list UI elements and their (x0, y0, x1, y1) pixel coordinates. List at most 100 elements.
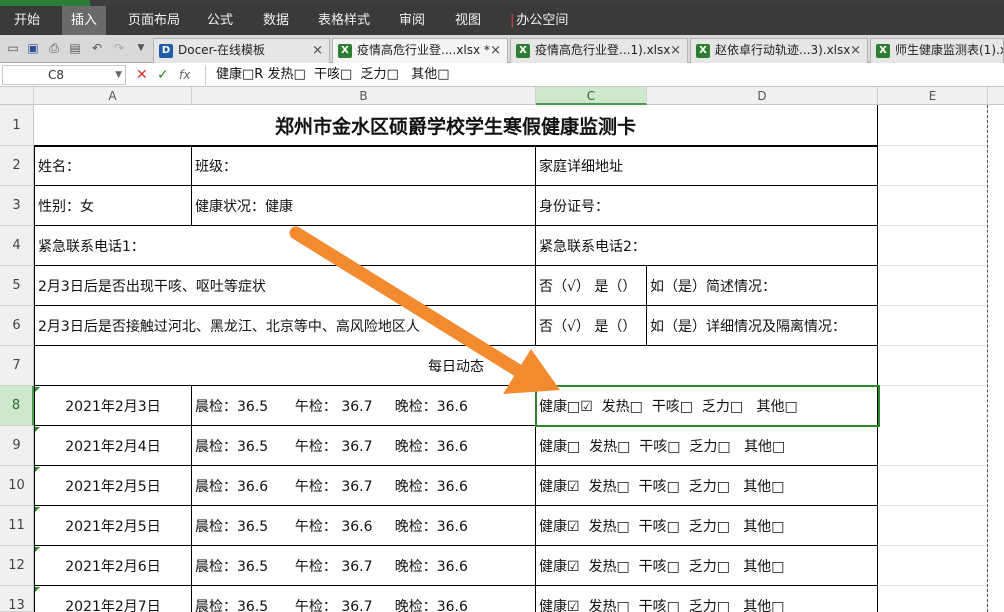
cell-date[interactable]: 2021年2月5日 (34, 506, 192, 546)
cell-contact-answer[interactable]: 否（√） 是（） (536, 306, 647, 346)
menu-table-style[interactable]: 表格样式 (316, 6, 372, 35)
cell-date[interactable]: 2021年2月3日 (34, 386, 192, 426)
cell-phone2[interactable]: 紧急联系电话2： (536, 226, 878, 266)
redo-icon[interactable]: ↷ (112, 41, 126, 55)
cell-name[interactable]: 姓名： (34, 146, 192, 186)
menu-office-space[interactable]: | 办公空间 (508, 6, 570, 35)
column-header-e[interactable]: E (878, 87, 988, 105)
close-icon[interactable]: × (670, 39, 681, 62)
cell-symptom-detail[interactable]: 如（是）简述情况： (647, 266, 878, 306)
row-header-10[interactable]: 10 (0, 466, 34, 506)
cell-temperatures[interactable]: 晨检：36.5 午检： 36.7 晚检：36.6 (192, 426, 536, 466)
close-icon[interactable]: × (312, 39, 323, 62)
column-header-d[interactable]: D (647, 87, 878, 105)
cell-temperatures[interactable]: 晨检：36.5 午检： 36.7 晚检：36.6 (192, 546, 536, 586)
cell-e3[interactable] (878, 186, 988, 226)
cell-e7[interactable] (878, 346, 988, 386)
undo-icon[interactable]: ↶ (90, 41, 104, 55)
save-icon[interactable]: ▣ (26, 41, 40, 55)
menu-page-layout[interactable]: 页面布局 (126, 6, 182, 35)
row-header-8[interactable]: 8 (0, 386, 34, 426)
column-header-b[interactable]: B (192, 87, 536, 105)
cell-date[interactable]: 2021年2月6日 (34, 546, 192, 586)
sheet-title[interactable]: 郑州市金水区硕爵学校学生寒假健康监测卡 (34, 105, 878, 146)
row-header-4[interactable]: 4 (0, 226, 34, 266)
cell-e6[interactable] (878, 306, 988, 346)
row-header-7[interactable]: 7 (0, 346, 34, 386)
tab-file-4[interactable]: X 师生健康监测表(1).x (870, 38, 1004, 63)
cell-e1[interactable] (878, 105, 988, 146)
cell-e5[interactable] (878, 266, 988, 306)
cell-health-status[interactable]: 健康☑ 发热□ 干咳□ 乏力□ 其他□ (536, 546, 878, 586)
cell-health-status[interactable]: 健康□ 发热□ 干咳□ 乏力□ 其他□ (536, 426, 878, 466)
cell-daily-header[interactable]: 每日动态 (34, 346, 878, 386)
row-header-11[interactable]: 11 (0, 506, 34, 546)
cell-temperatures[interactable]: 晨检：36.6 午检： 36.7 晚检：36.6 (192, 466, 536, 506)
row-header-2[interactable]: 2 (0, 146, 34, 186)
menu-bar: 开始 插入 页面布局 公式 数据 表格样式 审阅 视图 | 办公空间 (0, 6, 1004, 35)
menu-insert[interactable]: 插入 (62, 6, 106, 35)
row-header-12[interactable]: 12 (0, 546, 34, 586)
chevron-down-icon[interactable]: ▼ (115, 66, 122, 84)
cell-health-status[interactable]: 健康状况：健康 (192, 186, 536, 226)
cell-phone1[interactable]: 紧急联系电话1： (34, 226, 536, 266)
cancel-icon[interactable]: ✕ (136, 66, 148, 84)
cell-date[interactable]: 2021年2月5日 (34, 466, 192, 506)
cell-e10[interactable] (878, 466, 988, 506)
cell-symptom-answer[interactable]: 否（√） 是（） (536, 266, 647, 306)
menu-view[interactable]: 视图 (453, 6, 483, 35)
cell-contact-detail[interactable]: 如（是）详细情况及隔离情况： (647, 306, 878, 346)
close-icon[interactable]: × (850, 39, 861, 62)
menu-data[interactable]: 数据 (261, 6, 291, 35)
cell-e4[interactable] (878, 226, 988, 266)
cell-class[interactable]: 班级： (192, 146, 536, 186)
cell-temperatures[interactable]: 晨检：36.5 午检： 36.6 晚检：36.6 (192, 506, 536, 546)
cell-e9[interactable] (878, 426, 988, 466)
cell-temperatures[interactable]: 晨检：36.5 午检： 36.7 晚检：36.6 (192, 586, 536, 612)
menu-home[interactable]: 开始 (12, 6, 42, 35)
row-header-3[interactable]: 3 (0, 186, 34, 226)
cell-gender[interactable]: 性别：女 (34, 186, 192, 226)
print-icon[interactable]: ⎙ (47, 41, 61, 55)
cell-e11[interactable] (878, 506, 988, 546)
cell-e2[interactable] (878, 146, 988, 186)
quick-access-dropdown-icon[interactable]: ▼ (134, 41, 148, 55)
column-header-c[interactable]: C (536, 87, 647, 105)
row-header-6[interactable]: 6 (0, 306, 34, 346)
cell-symptom-question[interactable]: 2月3日后是否出现干咳、呕吐等症状 (34, 266, 536, 306)
row-header-13[interactable]: 13 (0, 586, 34, 612)
office-space-icon: | (510, 13, 515, 28)
cell-temperatures[interactable]: 晨检：36.5 午检： 36.7 晚检：36.6 (192, 386, 536, 426)
tab-file-2[interactable]: X 疫情高危行业登...1).xlsx × (510, 38, 688, 63)
menu-review[interactable]: 审阅 (397, 6, 427, 35)
cell-e12[interactable] (878, 546, 988, 586)
formula-input[interactable]: 健康□R 发热□ 干咳□ 乏力□ 其他□ (205, 65, 1002, 85)
cell-id-number[interactable]: 身份证号： (536, 186, 878, 226)
row-header-5[interactable]: 5 (0, 266, 34, 306)
cell-e13[interactable] (878, 586, 988, 612)
confirm-icon[interactable]: ✓ (157, 66, 169, 84)
row-header-1[interactable]: 1 (0, 105, 34, 146)
close-icon[interactable]: × (490, 39, 501, 62)
cell-contact-question[interactable]: 2月3日后是否接触过河北、黑龙江、北京等中、高风险地区人 (34, 306, 536, 346)
tab-docer[interactable]: D Docer-在线模板 × (153, 38, 330, 63)
print-preview-icon[interactable]: ▤ (68, 41, 82, 55)
cell-date[interactable]: 2021年2月4日 (34, 426, 192, 466)
tab-file-3[interactable]: X 赵依卓行动轨迹...3).xlsx × (690, 38, 868, 63)
function-icon[interactable]: fx (179, 66, 190, 84)
folder-icon[interactable]: ▭ (6, 41, 20, 55)
tab-file-1[interactable]: X 疫情高危行业登....xlsx * × (332, 38, 508, 63)
cell-health-status[interactable]: 健康☑ 发热□ 干咳□ 乏力□ 其他□ (536, 506, 878, 546)
cell-address[interactable]: 家庭详细地址 (536, 146, 878, 186)
name-box[interactable]: C8 ▼ (2, 65, 126, 85)
select-all-corner[interactable] (0, 87, 34, 105)
cell-date[interactable]: 2021年2月7日 (34, 586, 192, 612)
active-cell-c8[interactable] (535, 385, 880, 427)
column-headers: A B C D E (0, 87, 1004, 105)
cell-health-status[interactable]: 健康☑ 发热□ 干咳□ 乏力□ 其他□ (536, 586, 878, 612)
menu-formula[interactable]: 公式 (205, 6, 235, 35)
spreadsheet-grid: 郑州市金水区硕爵学校学生寒假健康监测卡 姓名： 班级： 家庭详细地址 性别：女 … (34, 105, 1004, 612)
column-header-a[interactable]: A (34, 87, 192, 105)
cell-health-status[interactable]: 健康☑ 发热□ 干咳□ 乏力□ 其他□ (536, 466, 878, 506)
row-header-9[interactable]: 9 (0, 426, 34, 466)
